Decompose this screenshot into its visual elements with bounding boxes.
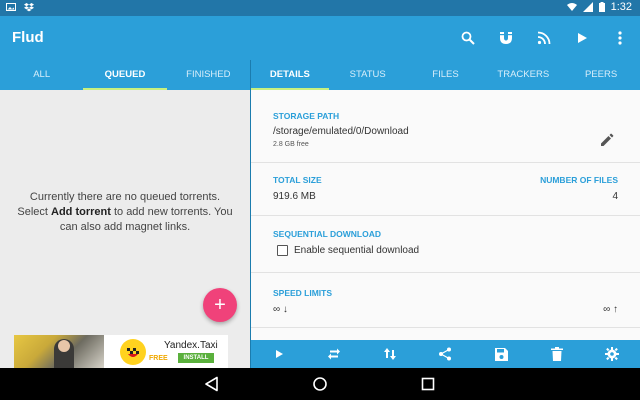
overflow-menu-icon[interactable] <box>610 28 630 48</box>
num-files-label: NUMBER OF FILES <box>540 175 618 185</box>
total-size-label: TOTAL SIZE <box>273 175 322 185</box>
empty-line-2-post: to add new torrents. You <box>110 206 233 218</box>
edit-pencil-icon[interactable] <box>600 133 614 147</box>
search-icon[interactable] <box>458 28 478 48</box>
ad-app-name: Yandex.Taxi <box>164 340 218 351</box>
recents-icon[interactable] <box>420 376 436 392</box>
num-files-value: 4 <box>612 191 618 202</box>
empty-state-message: Currently there are no queued torrents. … <box>0 190 250 235</box>
torrent-list-pane: Currently there are no queued torrents. … <box>0 90 250 368</box>
speed-limits-label: SPEED LIMITS <box>273 288 333 298</box>
tab-all[interactable]: ALL <box>0 60 83 90</box>
share-icon[interactable] <box>437 346 453 362</box>
repeat-icon[interactable] <box>326 346 342 362</box>
speed-limits-section: SPEED LIMITS ∞ ↓ ∞ ↑ <box>251 273 640 328</box>
tab-finished[interactable]: FINISHED <box>167 60 250 90</box>
tab-details[interactable]: DETAILS <box>251 60 329 90</box>
battery-icon <box>598 2 605 12</box>
sequential-download-label: SEQUENTIAL DOWNLOAD <box>273 229 381 239</box>
tab-files[interactable]: FILES <box>407 60 485 90</box>
status-bar: 1:32 <box>0 0 640 16</box>
yandex-taxi-logo-icon <box>120 339 146 365</box>
ad-free-label: FREE <box>149 355 168 362</box>
play-icon[interactable] <box>572 28 592 48</box>
rss-icon[interactable] <box>534 28 554 48</box>
total-size-value: 919.6 MB <box>273 191 316 202</box>
sequential-download-toggle[interactable]: Enable sequential download <box>277 245 419 256</box>
plus-icon: + <box>214 293 226 316</box>
image-icon <box>6 3 16 11</box>
save-icon[interactable] <box>493 346 509 362</box>
app-title: Flud <box>12 29 44 46</box>
back-icon[interactable] <box>204 376 220 392</box>
ad-install-button[interactable]: INSTALL <box>178 353 214 363</box>
torrent-action-bar <box>251 340 640 368</box>
sequential-download-checkbox[interactable] <box>277 245 288 256</box>
size-section: TOTAL SIZE NUMBER OF FILES 919.6 MB 4 <box>251 163 640 216</box>
storage-path-label: STORAGE PATH <box>273 111 340 121</box>
right-tab-bar: DETAILS STATUS FILES TRACKERS PEERS <box>251 60 640 90</box>
left-tab-bar: ALL QUEUED FINISHED <box>0 60 250 90</box>
ad-person-face <box>58 340 70 352</box>
settings-icon[interactable] <box>604 346 620 362</box>
tab-peers[interactable]: PEERS <box>562 60 640 90</box>
dropbox-icon <box>24 3 34 12</box>
tab-queued[interactable]: QUEUED <box>83 60 167 90</box>
delete-icon[interactable] <box>549 346 565 362</box>
clock: 1:32 <box>610 1 632 13</box>
tab-trackers[interactable]: TRACKERS <box>484 60 562 90</box>
sort-arrows-icon[interactable] <box>382 346 398 362</box>
storage-free-value: 2.8 GB free <box>273 141 309 148</box>
empty-line-1: Currently there are no queued torrents. <box>29 191 221 203</box>
sequential-download-checkbox-label: Enable sequential download <box>294 245 420 256</box>
home-icon[interactable] <box>312 376 328 392</box>
system-nav-bar <box>0 368 640 400</box>
upload-speed-limit[interactable]: ∞ ↑ <box>603 304 618 315</box>
play-icon[interactable] <box>271 346 287 362</box>
empty-line-2-pre: Select <box>17 206 52 218</box>
app-bar: Flud <box>0 16 640 60</box>
empty-line-3: can also add magnet links. <box>59 221 191 233</box>
ad-photo <box>14 335 104 368</box>
storage-path-section: STORAGE PATH /storage/emulated/0/Downloa… <box>251 90 640 163</box>
storage-path-value: /storage/emulated/0/Download <box>273 126 409 137</box>
download-speed-limit[interactable]: ∞ ↓ <box>273 304 288 315</box>
wifi-icon <box>566 3 577 11</box>
empty-line-2: Select Add torrent to add new torrents. … <box>8 205 242 220</box>
cell-signal-icon <box>582 2 593 12</box>
add-torrent-emphasis: Add torrent <box>51 206 111 218</box>
magnet-icon[interactable] <box>496 28 516 48</box>
tab-status[interactable]: STATUS <box>329 60 407 90</box>
ad-banner[interactable]: Yandex.Taxi FREE INSTALL <box>14 335 228 368</box>
details-pane: STORAGE PATH /storage/emulated/0/Downloa… <box>251 90 640 340</box>
add-torrent-button[interactable]: + <box>203 288 237 322</box>
